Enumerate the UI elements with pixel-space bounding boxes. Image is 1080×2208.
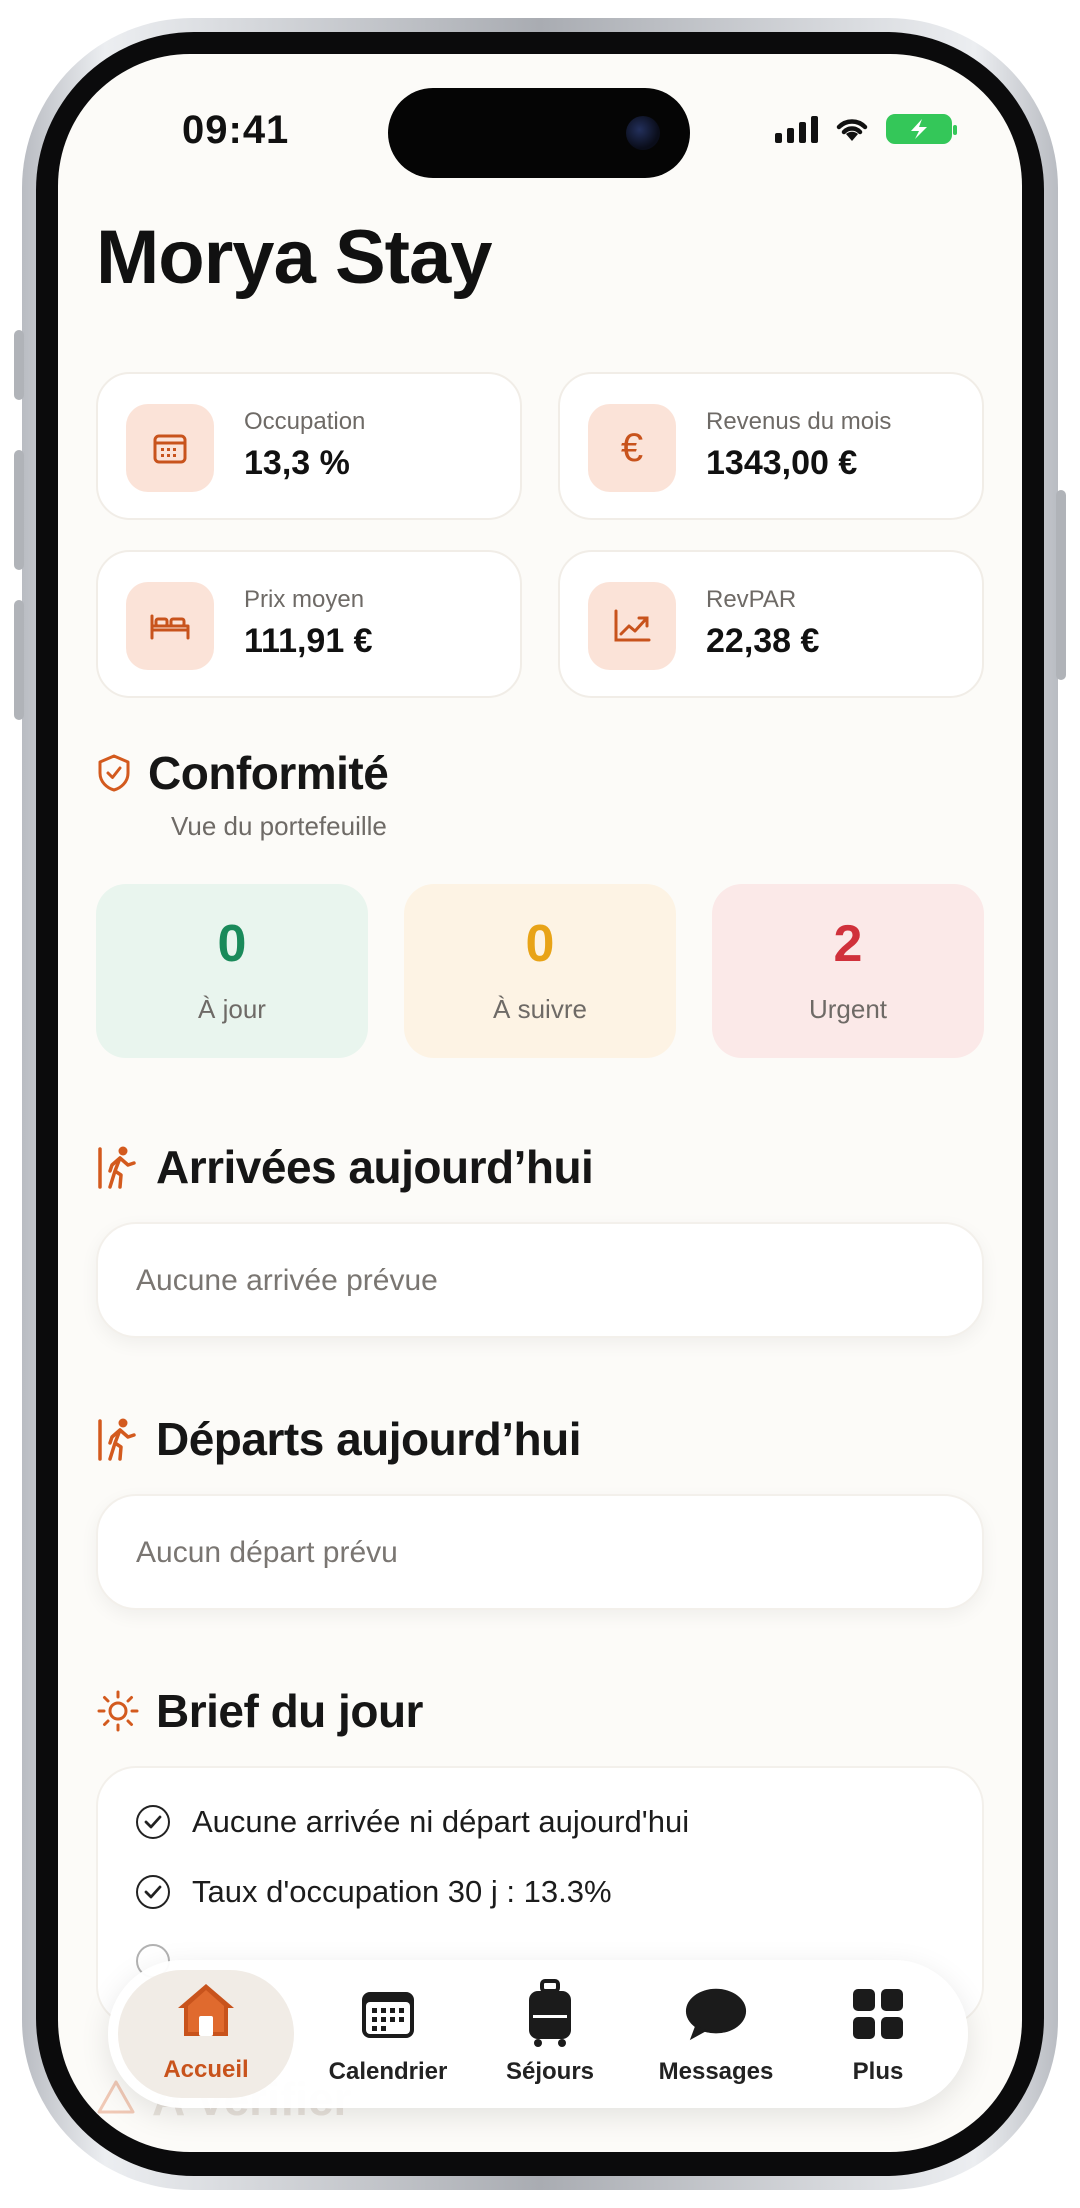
tab-label: Séjours [505,2058,595,2085]
compliance-count: 2 [833,915,863,973]
chat-bubble-icon [684,1982,748,2046]
app-screen: 09:41 Morya Stay Occupation 13,3 % € Rev… [58,54,1022,2152]
empty-state-text: Aucune arrivée prévue [136,1264,438,1297]
section-title: Conformité [148,747,389,799]
sun-icon [96,1689,140,1733]
volume-up-button [14,450,24,570]
brief-item-text: Taux d'occupation 30 j : 13.3% [192,1874,612,1909]
kpi-label: Occupation [244,408,366,435]
kpi-value: 1343,00 € [706,444,858,482]
section-title: Brief du jour [156,1685,423,1737]
person-walking-out-icon [96,1415,140,1463]
trend-chart-icon [588,582,676,670]
battery-charging-icon [886,114,957,144]
kpi-card-occupation[interactable]: Occupation 13,3 % [96,372,522,520]
brief-item-text: Aucune arrivée ni départ aujourd'hui [192,1804,690,1839]
compliance-label: À jour [198,994,266,1024]
euro-icon: € [588,404,676,492]
brief-item: Aucune arrivée ni départ aujourd'hui [136,1804,689,1840]
kpi-value: 22,38 € [706,622,820,660]
calendar-icon [356,1982,420,2046]
brief-header: Brief du jour [96,1684,423,1738]
check-circle-icon [136,1805,170,1839]
section-subtitle: Vue du portefeuille [171,811,387,841]
kpi-label: Revenus du mois [706,408,892,435]
compliance-card-to-follow[interactable]: 0 À suivre [404,884,676,1058]
tab-label: Messages [658,2058,774,2085]
section-title: Arrivées aujourd’hui [156,1141,594,1193]
check-circle-icon [136,1875,170,1909]
action-button [14,330,24,400]
bed-icon [126,582,214,670]
status-icons [775,114,957,144]
tab-calendrier[interactable]: Calendrier [308,1960,468,2108]
wifi-icon [836,119,868,141]
front-camera-icon [626,116,660,150]
luggage-icon [518,1979,582,2047]
kpi-card-average-price[interactable]: Prix moyen 111,91 € [96,550,522,698]
kpi-label: RevPAR [706,586,797,613]
bottom-tab-bar: Accueil Calendrier Séjours Messages Plus [108,1960,968,2108]
compliance-card-up-to-date[interactable]: 0 À jour [96,884,368,1058]
tab-plus[interactable]: Plus [798,1960,958,2108]
calendar-icon [126,404,214,492]
status-time: 09:41 [182,108,290,152]
kpi-value: 111,91 € [244,622,373,660]
tab-label: Calendrier [328,2058,448,2085]
status-bar: 09:41 [58,54,1022,178]
compliance-count: 0 [217,915,247,973]
tab-sejours[interactable]: Séjours [470,1960,630,2108]
arrivals-list: Aucune arrivée prévue [96,1222,984,1338]
tab-accueil[interactable]: Accueil [118,1970,294,2098]
kpi-label: Prix moyen [244,586,365,613]
dynamic-island [388,88,690,178]
kpi-value: 13,3 % [244,444,350,482]
grid-icon [846,1982,910,2046]
tab-label: Plus [852,2058,904,2085]
shield-check-icon [96,753,132,793]
compliance-card-urgent[interactable]: 2 Urgent [712,884,984,1058]
empty-state-text: Aucun départ prévu [136,1536,398,1569]
kpi-card-revpar[interactable]: RevPAR 22,38 € [558,550,984,698]
compliance-header: Conformité [96,746,389,800]
arrivals-header: Arrivées aujourd’hui [96,1140,594,1194]
tab-messages[interactable]: Messages [636,1960,796,2108]
power-button [1056,490,1066,680]
tab-label: Accueil [163,2056,249,2083]
section-title: Départs aujourd’hui [156,1413,581,1465]
person-walking-in-icon [96,1143,140,1191]
departures-header: Départs aujourd’hui [96,1412,581,1466]
compliance-label: Urgent [808,994,888,1024]
kpi-card-revenue[interactable]: € Revenus du mois 1343,00 € [558,372,984,520]
home-icon [174,1978,238,2042]
volume-down-button [14,600,24,720]
departures-list: Aucun départ prévu [96,1494,984,1610]
page-title: Morya Stay [96,215,492,300]
brief-item: Taux d'occupation 30 j : 13.3% [136,1874,612,1910]
compliance-count: 0 [525,915,555,973]
compliance-label: À suivre [493,994,587,1024]
cellular-signal-icon [775,115,818,143]
